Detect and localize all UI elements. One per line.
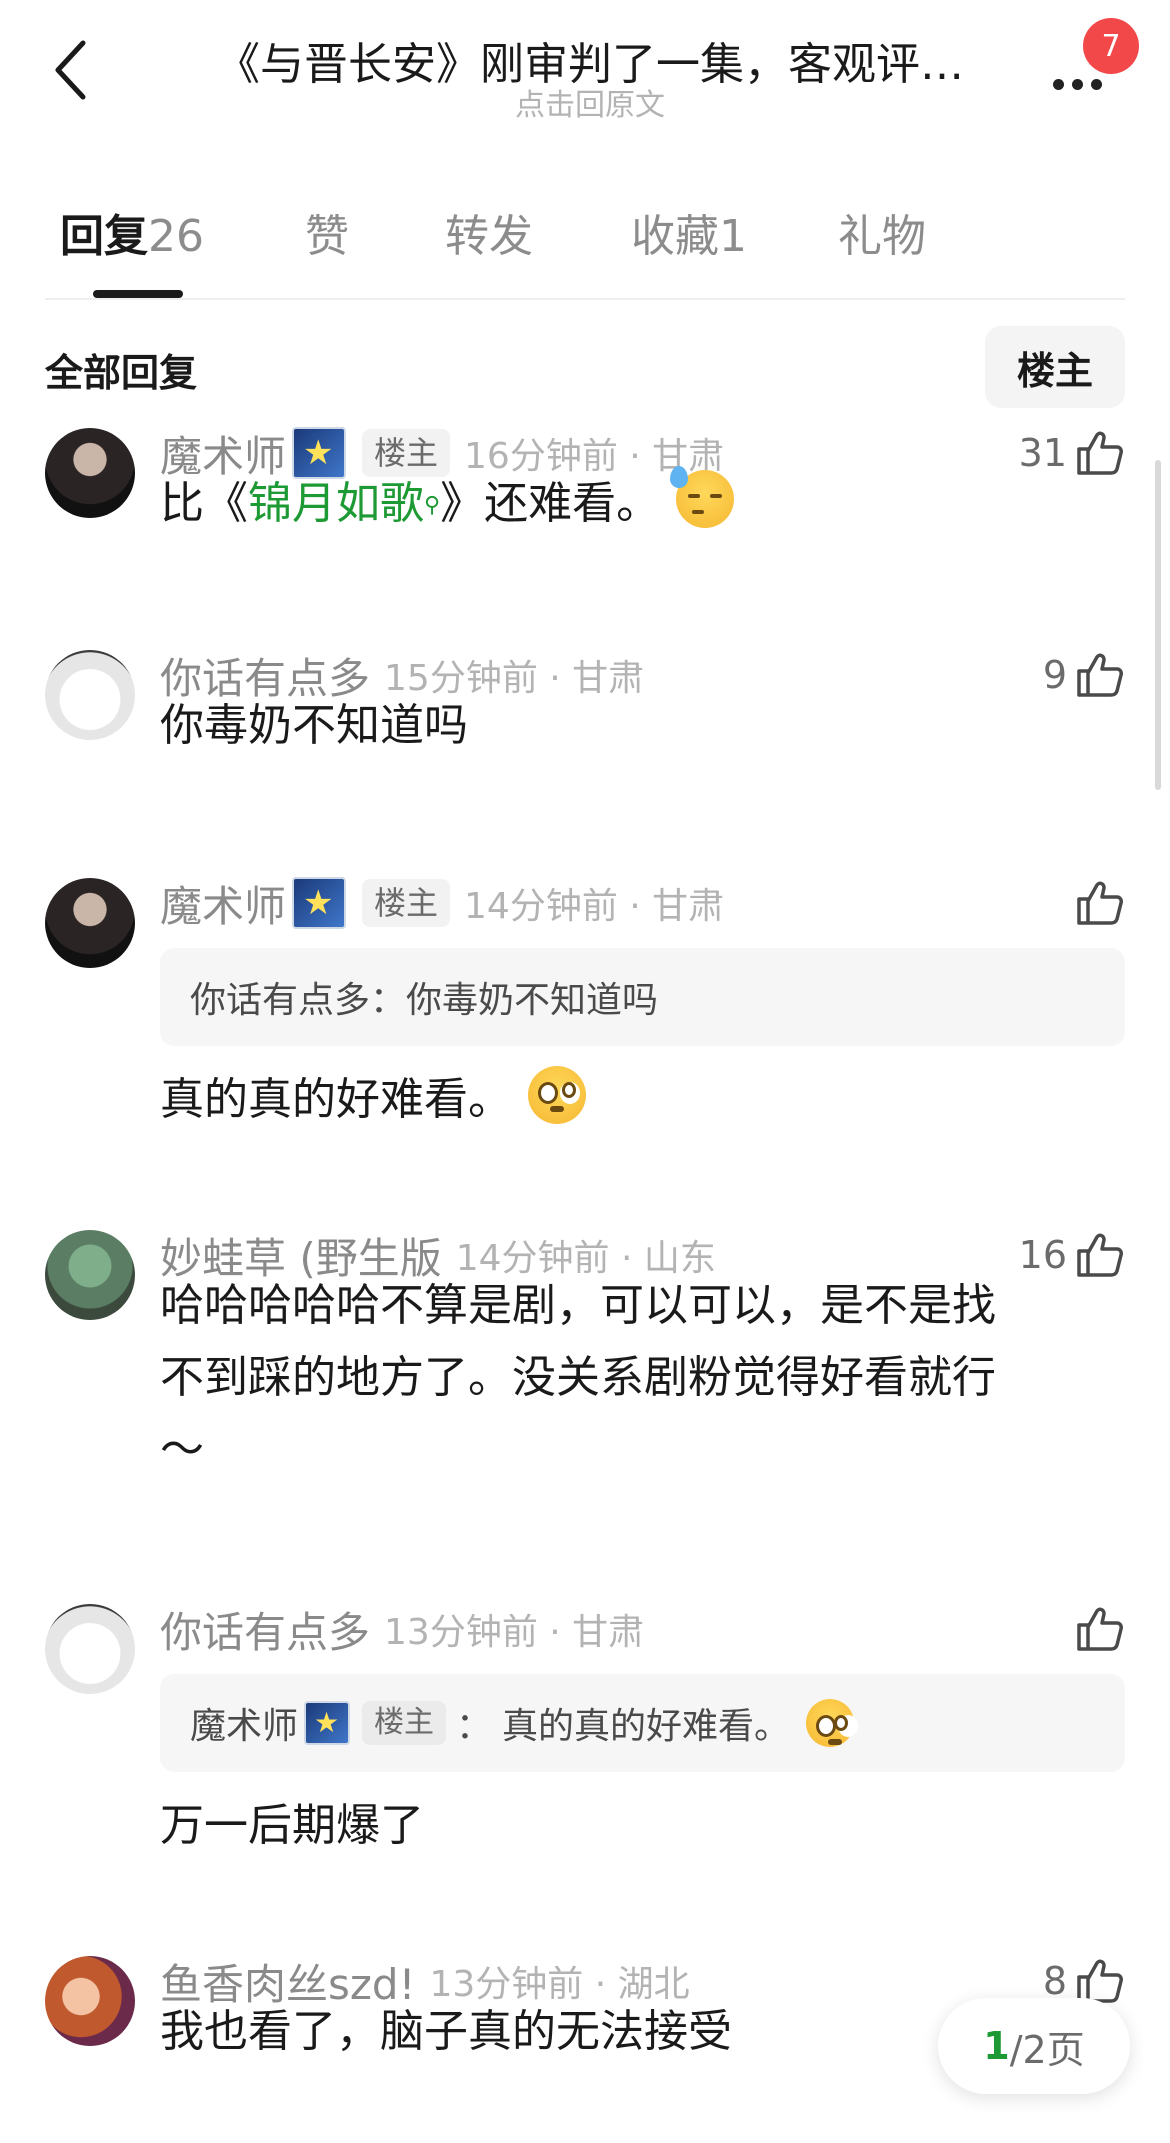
tab-bar: 回复26 赞 转发 收藏1 礼物 (45, 200, 1125, 280)
topic-link[interactable]: 锦月如歌 (248, 478, 424, 529)
tab-favorites[interactable]: 收藏1 (631, 200, 747, 264)
timestamp-location: 13分钟前 · 甘肃 (384, 1612, 645, 1653)
vip-badge-icon (304, 1701, 351, 1745)
op-tag: 楼主 (362, 1701, 447, 1745)
tab-label: 礼物 (838, 211, 926, 262)
total-pages: /2页 (1009, 2027, 1085, 2072)
tab-label: 转发 (445, 211, 533, 262)
thumbs-up-icon (1077, 881, 1123, 925)
avatar[interactable] (45, 1956, 135, 2046)
avatar[interactable] (45, 878, 135, 968)
like-button[interactable] (1075, 878, 1125, 928)
tab-likes[interactable]: 赞 (305, 200, 349, 264)
current-page: 1 (983, 2024, 1010, 2068)
tab-count: 1 (719, 211, 747, 262)
tab-label: 赞 (305, 211, 349, 262)
tab-replies[interactable]: 回复26 (60, 200, 204, 264)
comment-text: 你毒奶不知道吗 (160, 700, 468, 751)
comment-text-line: 哈哈哈哈哈不算是剧，可以可以，是不是找 (160, 1280, 996, 1331)
tab-reposts[interactable]: 转发 (445, 200, 533, 264)
quoted-username[interactable]: 魔术师 (190, 1697, 298, 1749)
comment-text: 比《锦月如歌⚲》还难看。 (160, 466, 1100, 542)
comment-text: 哈哈哈哈哈不算是剧，可以可以，是不是找 不到踩的地方了。没关系剧粉觉得好看就行 … (160, 1270, 1100, 1486)
tab-label: 收藏 (631, 211, 719, 262)
more-dot (1052, 78, 1064, 90)
comment-meta: 你话有点多 13分钟前 · 甘肃 (160, 1604, 645, 1657)
more-dot (1090, 78, 1102, 90)
vip-badge-icon (292, 877, 347, 929)
comment-text-part: 比《 (160, 478, 248, 529)
page-indicator-button[interactable]: 1/2页 (938, 1998, 1130, 2094)
avatar[interactable] (45, 428, 135, 518)
comment-text-part: 》还难看。 (440, 478, 661, 529)
comment-text-line: ～ (160, 1424, 204, 1475)
flushed-emoji-icon (528, 1066, 586, 1124)
quoted-reply[interactable]: 你话有点多：你毒奶不知道吗 (160, 948, 1125, 1046)
more-dot (1071, 78, 1083, 90)
tab-divider (45, 298, 1125, 300)
comment-text-line: 不到踩的地方了。没关系剧粉觉得好看就行 (160, 1352, 996, 1403)
chevron-left-icon (55, 40, 86, 100)
timestamp-location: 14分钟前 · 甘肃 (464, 886, 725, 927)
op-only-filter-button[interactable]: 楼主 (985, 326, 1125, 408)
avatar[interactable] (45, 1230, 135, 1320)
comment-meta: 魔术师 楼主 14分钟前 · 甘肃 (160, 877, 725, 931)
top-bar: 《与晋长安》刚审判了一集，客观评… 点击回原文 7 (0, 0, 1170, 150)
sweat-emoji-icon (670, 466, 735, 528)
active-tab-indicator (93, 290, 183, 298)
tab-label: 回复 (60, 211, 148, 262)
section-title: 全部回复 (45, 351, 198, 395)
back-button[interactable] (40, 30, 100, 110)
op-tag: 楼主 (362, 879, 451, 927)
notification-badge: 7 (1083, 18, 1139, 74)
flushed-emoji-icon (806, 1699, 855, 1747)
username[interactable]: 魔术师 (160, 873, 286, 934)
comment-text-part: 真的真的好难看。 (160, 1074, 512, 1125)
scrollbar[interactable] (1155, 460, 1161, 790)
comment-text: 万一后期爆了 (160, 1800, 424, 1851)
quoted-text: 真的真的好难看。 (502, 1706, 791, 1747)
quote-separator: ： (456, 1706, 493, 1747)
back-to-original-link[interactable]: 点击回原文 (190, 80, 990, 124)
tab-count: 26 (148, 211, 204, 262)
comment-text: 真的真的好难看。 (160, 1064, 1100, 1136)
tab-gifts[interactable]: 礼物 (838, 200, 926, 264)
username[interactable]: 你话有点多 (160, 1599, 370, 1660)
avatar[interactable] (45, 650, 135, 740)
search-icon: ⚲ (424, 493, 441, 518)
like-button[interactable] (1075, 1604, 1125, 1654)
avatar[interactable] (45, 1604, 135, 1694)
quoted-reply[interactable]: 魔术师 楼主 ： 真的真的好难看。 (160, 1674, 1125, 1772)
thumbs-up-icon (1077, 1607, 1123, 1651)
